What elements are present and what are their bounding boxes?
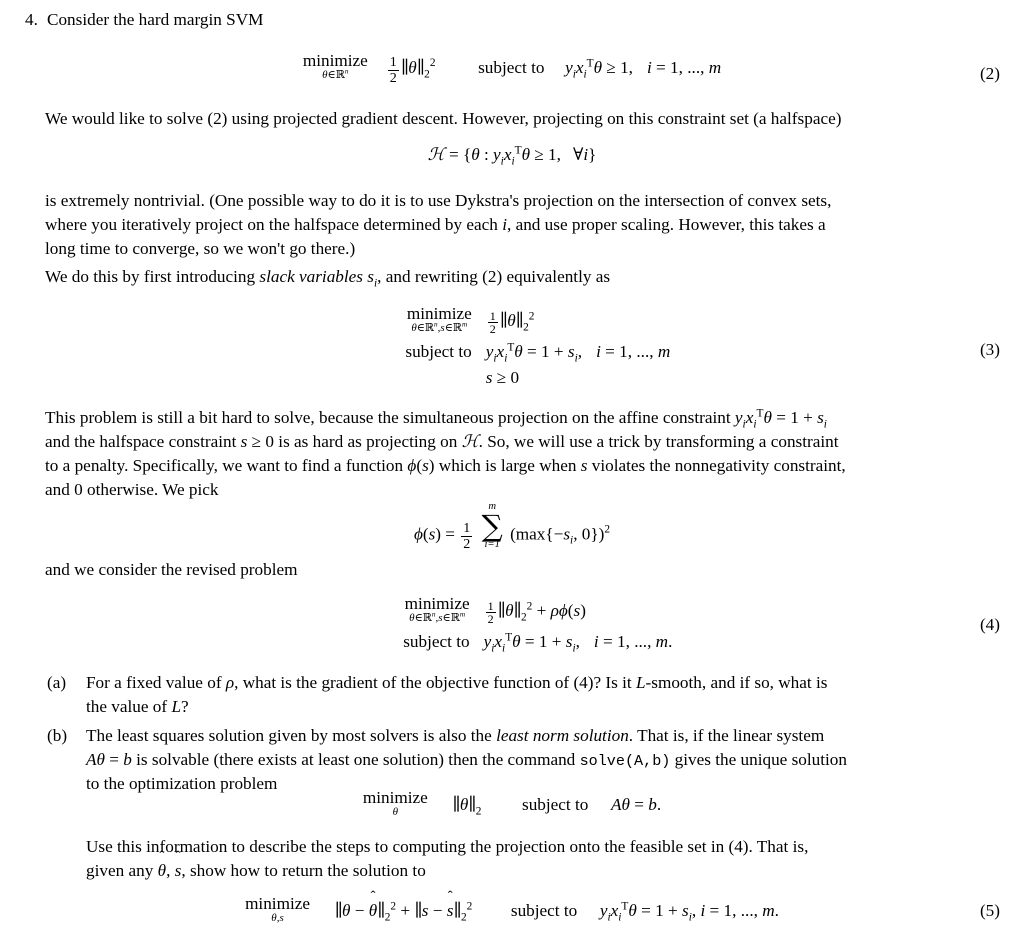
equation-4: minimize θ∈ℝn,s∈ℝm 1 2 ∥θ∥22 + ρϕ(s) subje… [403,594,673,655]
paragraph-projection-steps-line2: given any ˆ θ, ˆ s, show how to return the… [86,849,979,883]
halfspace-symbol: ℋ [461,432,479,452]
subitem-b-line1: The least squares solution given by most… [86,726,825,745]
eq5-minimize: minimize θ,s [245,894,310,925]
equation-3: minimize θ∈ℝn,s∈ℝm 1 2 ∥θ∥22 subject to yi… [0,305,1024,389]
subitem-a-marker: (a) [47,673,67,692]
eq5-constraint: yixiTθ = 1 + si, i = 1, ..., m. [599,900,779,924]
paragraph-dykstra-line2: where you iteratively project on the hal… [45,215,826,234]
eq5-objective: ∥θ − ˆ θ∥22 + ∥s − ˆ s∥22 [334,889,473,924]
paragraph-penalty-line1: This problem is still a bit hard to solv… [45,407,827,431]
halfspace-set-definition: ℋ = {θ : yixiTθ ≥ 1, ∀i} [427,144,597,168]
eq3-minimize: minimize θ∈ℝn,s∈ℝm [406,304,472,335]
equation-4-number: (4) [979,615,1000,634]
eq2-minimize: minimize θ∈ℝn [302,51,368,82]
eq3-constraint-1: yixiTθ = 1 + si, i = 1, ..., m [485,341,671,365]
least-norm-objective: ∥θ∥2 [452,795,482,818]
subitem-b-marker: (b) [47,726,68,745]
theta-hat: ˆθ [157,849,167,880]
linear-system-inline: Aθ = b [86,750,132,769]
equation-5-number: (5) [979,901,1000,920]
eq4-minimize: minimize θ∈ℝn,s∈ℝm [404,594,470,625]
equation-5: minimize θ,s ∥θ − ˆ θ∥22 + ∥s − ˆ s∥22 sub… [245,889,779,925]
slack-variables-emphasis: slack variables [259,267,363,286]
solve-command: solve(A,b) [579,752,671,770]
paragraph-dykstra-line3: long time to converge, so we won't go th… [45,239,356,258]
problem-title: Consider the hard margin SVM [47,10,264,29]
affine-constraint-inline: yixiTθ = 1 + si [734,407,827,431]
paragraph-slack-variables: We do this by first introducing slack va… [45,267,611,290]
paragraph-dykstra-line1: is extremely nontrivial. (One possible w… [45,191,832,210]
paragraph-penalty-line3: to a penalty. Specifically, we want to f… [45,456,846,475]
phi-definition-equation: ϕ(s) = 12 m ∑ i=1 (max{−si, 0})2 [413,501,611,553]
equation-3-number: (3) [979,340,1000,359]
subitem-b-line2: Aθ = b is solvable (there exists at leas… [86,750,847,770]
equation-2: minimize θ∈ℝn 1 2 ∥θ∥22 subject to yixiTθ … [0,52,1024,86]
eq4-objective: 1 2 ∥θ∥22 + ρϕ(s) [485,598,586,627]
summation-operator: m ∑ i=1 [481,501,503,551]
paragraph-revised-problem: and we consider the revised problem [45,560,298,579]
eq4-constraint: yixiTθ = 1 + si, i = 1, ..., m. [483,631,673,655]
slack-symbol: s [367,267,374,286]
subitem-a-line2: the value of L? [86,697,189,716]
problem-number: 4. [25,10,38,29]
document-page: 4. Consider the hard margin SVM minimize… [0,0,1024,951]
paragraph-projection-steps-line1: Use this information to describe the ste… [86,837,809,856]
phi-function: ϕ [407,456,417,475]
least-norm-emphasis: least norm solution [496,726,629,745]
subitem-a-line1: For a fixed value of ρ, what is the grad… [86,673,828,692]
paragraph-dykstra: is extremely nontrivial. (One possible w… [45,189,980,213]
least-norm-equation: minimize θ ∥θ∥2 subject to Aθ = b. [362,788,662,819]
paragraph-penalty-line2: and the halfspace constraint s ≥ 0 is as… [45,432,839,452]
paragraph-penalty-line4: and 0 otherwise. We pick [45,480,219,499]
paragraph-projected-gradient: We would like to solve (2) using project… [45,109,842,128]
eq3-constraint-2: s ≥ 0 [485,367,520,387]
least-norm-minimize: minimize θ [362,788,428,819]
eq3-objective: 1 2 ∥θ∥22 [487,308,535,337]
eq2-objective: 1 2 ∥θ∥22 subject to yixiTθ ≥ 1, i = 1, ...… [387,54,722,86]
least-norm-constraint: Aθ = b. [610,795,662,815]
equation-2-number: (2) [979,64,1000,83]
s-hat: ˆs [174,849,182,880]
eq2-constraint: yixiTθ ≥ 1, i = 1, ..., m [565,57,722,81]
